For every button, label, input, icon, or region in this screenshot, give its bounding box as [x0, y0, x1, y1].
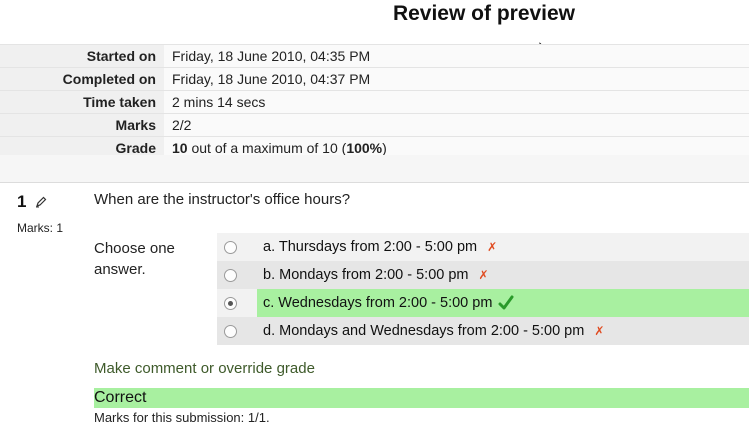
summary-label: Completed on: [0, 67, 164, 91]
answer-prompt: Choose one answer.: [94, 240, 175, 278]
incorrect-mark-icon: ✗: [487, 240, 498, 254]
comment-override-link[interactable]: Make comment or override grade: [94, 360, 315, 377]
summary-row-time-taken: Time taken 2 mins 14 secs: [0, 90, 749, 114]
attempt-summary-table: Started on Friday, 18 June 2010, 04:35 P…: [0, 44, 749, 160]
answer-option-c[interactable]: c. Wednesdays from 2:00 - 5:00 pm: [217, 289, 749, 317]
summary-label: Marks: [0, 113, 164, 137]
summary-row-started: Started on Friday, 18 June 2010, 04:35 P…: [0, 44, 749, 68]
answer-label: d. Mondays and Wednesdays from 2:00 - 5:…: [263, 323, 585, 339]
answer-list: a. Thursdays from 2:00 - 5:00 pm ✗ b. Mo…: [217, 233, 749, 345]
answer-text-wrap: b. Mondays from 2:00 - 5:00 pm ✗: [257, 261, 495, 289]
page-title: Review of preview: [392, 2, 576, 25]
incorrect-mark-icon: ✗: [478, 268, 489, 282]
summary-row-completed: Completed on Friday, 18 June 2010, 04:37…: [0, 67, 749, 91]
edit-icon[interactable]: [35, 196, 47, 208]
question-marks: Marks: 1: [17, 221, 64, 235]
answer-option-d[interactable]: d. Mondays and Wednesdays from 2:00 - 5:…: [217, 317, 749, 345]
question-number: 1: [17, 192, 27, 211]
submission-marks: Marks for this submission: 1/1.: [94, 410, 270, 425]
grade-text: out of a maximum of 10 (: [187, 140, 347, 156]
feedback-correct: Correct: [94, 388, 749, 408]
radio-button-selected[interactable]: [224, 296, 237, 310]
summary-value: 2 mins 14 secs: [164, 90, 749, 114]
answer-text-wrap: a. Thursdays from 2:00 - 5:00 pm ✗: [257, 233, 503, 261]
answer-label: a. Thursdays from 2:00 - 5:00 pm: [263, 239, 478, 255]
answer-text-wrap: d. Mondays and Wednesdays from 2:00 - 5:…: [257, 317, 610, 345]
summary-row-marks: Marks 2/2: [0, 113, 749, 137]
correct-check-icon: [498, 295, 514, 310]
summary-value: Friday, 18 June 2010, 04:35 PM: [164, 44, 749, 68]
answer-option-a[interactable]: a. Thursdays from 2:00 - 5:00 pm ✗: [217, 233, 749, 261]
summary-label: Time taken: [0, 90, 164, 114]
answer-option-b[interactable]: b. Mondays from 2:00 - 5:00 pm ✗: [217, 261, 749, 289]
answer-label: b. Mondays from 2:00 - 5:00 pm: [263, 267, 469, 283]
grade-score: 10: [172, 140, 188, 156]
radio-button[interactable]: [224, 324, 237, 338]
summary-label: Started on: [0, 44, 164, 68]
section-divider: [0, 155, 749, 183]
summary-value: Friday, 18 June 2010, 04:37 PM: [164, 67, 749, 91]
answer-label: c. Wednesdays from 2:00 - 5:00 pm: [263, 295, 493, 311]
radio-button[interactable]: [224, 268, 237, 282]
incorrect-mark-icon: ✗: [594, 324, 605, 338]
summary-value: 2/2: [164, 113, 749, 137]
grade-text-end: ): [382, 140, 387, 156]
question-text: When are the instructor's office hours?: [94, 191, 351, 208]
answer-text-wrap: c. Wednesdays from 2:00 - 5:00 pm: [257, 289, 749, 317]
radio-button[interactable]: [224, 240, 237, 254]
grade-percent: 100%: [346, 140, 383, 156]
